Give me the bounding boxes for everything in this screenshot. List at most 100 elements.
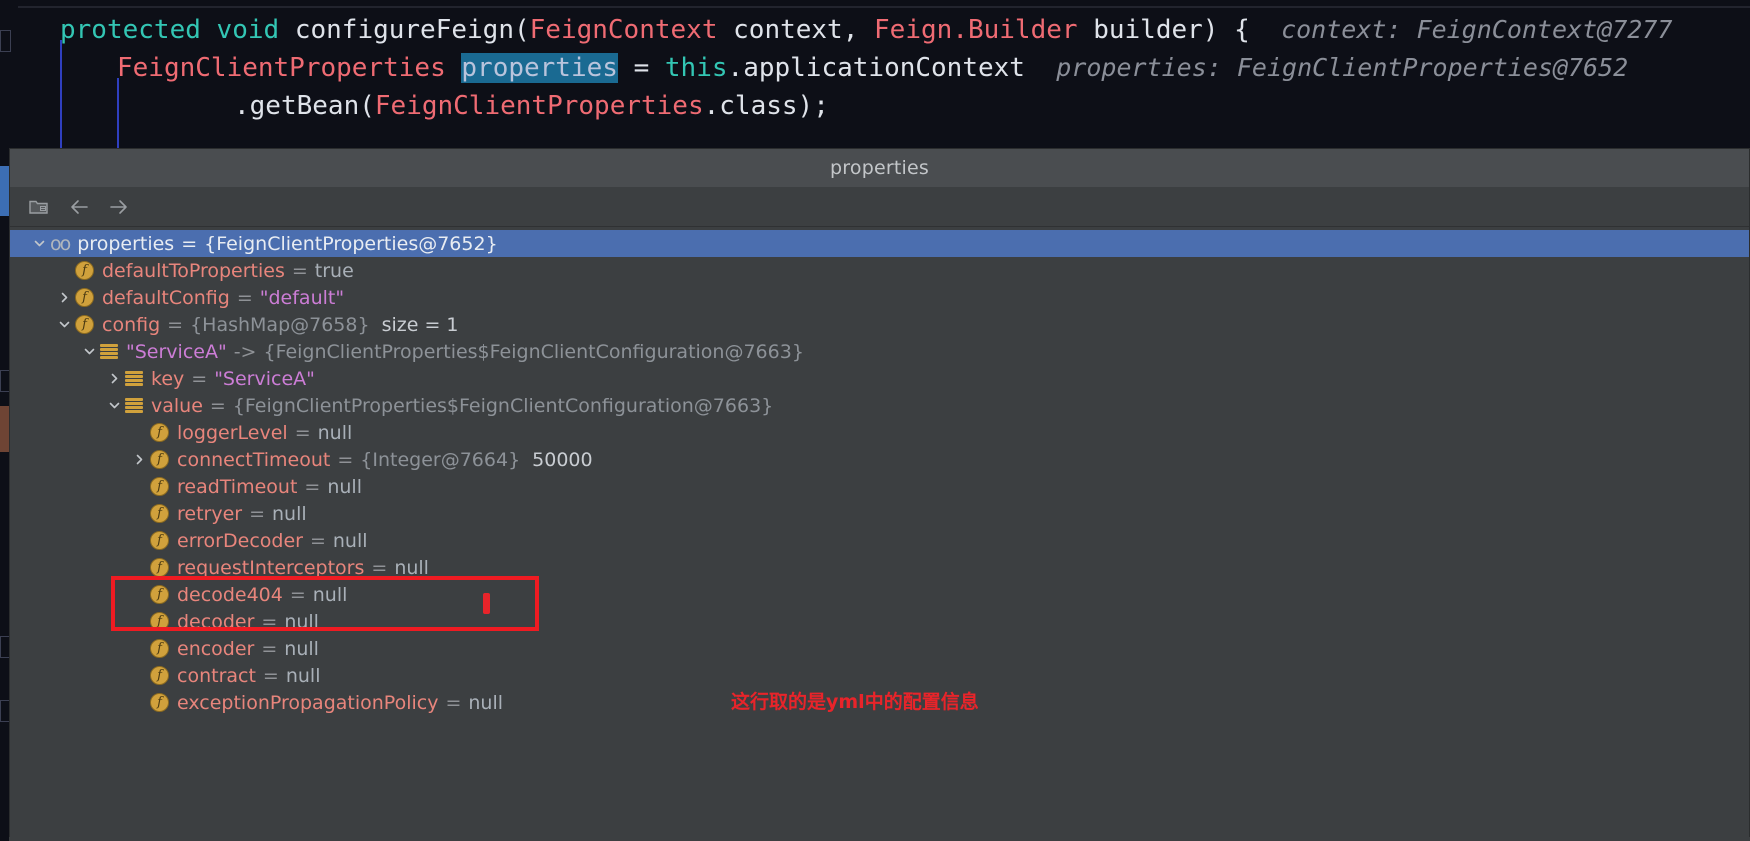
- tree-row-value: null: [312, 583, 348, 606]
- left-tool-tab-secondary[interactable]: [0, 406, 9, 452]
- tree-row[interactable]: f decoder = null: [10, 608, 1749, 635]
- tree-row-operator: =: [289, 583, 306, 606]
- tree-row-value: null: [468, 691, 504, 714]
- chevron-down-icon[interactable]: [53, 311, 75, 338]
- tree-row-value: {HashMap@7658}: [190, 313, 370, 336]
- tree-row-value: null: [332, 529, 368, 552]
- param-name-context: context: [733, 15, 843, 45]
- tree-row-operator: =: [304, 475, 321, 498]
- left-tool-tab[interactable]: [0, 166, 9, 216]
- selected-identifier-properties[interactable]: properties: [461, 53, 618, 83]
- field-icon: f: [150, 477, 169, 496]
- chevron-down-icon[interactable]: [28, 230, 50, 257]
- tree-row-operator: =: [249, 502, 266, 525]
- editor-edge-mark: [0, 30, 11, 52]
- tree-row-value: {FeignClientProperties@7652}: [204, 232, 498, 255]
- tree-row-value: "ServiceA": [214, 367, 315, 390]
- tree-row[interactable]: f retryer = null: [10, 500, 1749, 527]
- twisty-placeholder: [128, 689, 150, 716]
- field-icon: f: [75, 261, 94, 280]
- tree-row[interactable]: f errorDecoder = null: [10, 527, 1749, 554]
- twisty-placeholder: [53, 257, 75, 284]
- tree-row[interactable]: f loggerLevel = null: [10, 419, 1749, 446]
- chevron-down-icon[interactable]: [78, 338, 100, 365]
- tree-row[interactable]: key = "ServiceA": [10, 365, 1749, 392]
- tree-row[interactable]: f contract = null: [10, 662, 1749, 689]
- code-line-2: FeignClientProperties properties = this.…: [117, 48, 1628, 88]
- tree-row[interactable]: f config = {HashMap@7658} size = 1: [10, 311, 1749, 338]
- tree-row-operator: =: [261, 610, 278, 633]
- keyword-protected: protected: [60, 15, 201, 45]
- tree-row-operator: =: [209, 394, 226, 417]
- tree-row-value: true: [314, 259, 354, 282]
- show-referring-objects-icon[interactable]: [24, 193, 54, 221]
- method-call-getbean: .getBean(: [234, 91, 375, 121]
- tree-row[interactable]: oo properties = {FeignClientProperties@7652…: [10, 230, 1749, 257]
- tree-row[interactable]: f defaultToProperties = true: [10, 257, 1749, 284]
- tree-row[interactable]: "ServiceA" -> {FeignClientProperties$Feign…: [10, 338, 1749, 365]
- tree-row[interactable]: f encoder = null: [10, 635, 1749, 662]
- red-caret-marker: [483, 593, 490, 614]
- tree-row[interactable]: f readTimeout = null: [10, 473, 1749, 500]
- var-type-feignclientproperties: FeignClientProperties: [117, 53, 446, 83]
- tree-row[interactable]: value = {FeignClientProperties$FeignClient…: [10, 392, 1749, 419]
- tree-row-value: "default": [259, 286, 345, 309]
- variables-tree[interactable]: oo properties = {FeignClientProperties@7652…: [10, 227, 1749, 716]
- forward-arrow-icon[interactable]: [104, 193, 134, 221]
- chevron-right-icon[interactable]: [103, 365, 125, 392]
- tree-row[interactable]: f connectTimeout = {Integer@7664} 50000: [10, 446, 1749, 473]
- tree-row-operator: =: [445, 691, 462, 714]
- tree-row-operator: =: [337, 448, 354, 471]
- chevron-right-icon[interactable]: [128, 446, 150, 473]
- tree-row-value: null: [327, 475, 362, 498]
- field-icon: f: [150, 531, 169, 550]
- tree-row-operator: =: [291, 259, 308, 282]
- tree-row-operator: =: [309, 529, 326, 552]
- code-line-1: protected void configureFeign(FeignConte…: [60, 10, 1672, 50]
- popup-bottom-edge: [9, 837, 1750, 841]
- tree-row-name: "ServiceA": [126, 340, 227, 363]
- tree-row-extra: size = 1: [381, 313, 459, 336]
- popup-header: properties: [10, 149, 1749, 187]
- tree-row-name: contract: [177, 664, 256, 687]
- twisty-placeholder: [128, 635, 150, 662]
- map-entry-icon: [125, 397, 143, 415]
- brace-open: {: [1234, 15, 1250, 45]
- tree-row-name: value: [151, 394, 203, 417]
- method-name: configureFeign: [294, 15, 514, 45]
- tree-row[interactable]: f decode404 = null: [10, 581, 1749, 608]
- twisty-placeholder: [128, 473, 150, 500]
- watch-icon: oo: [50, 232, 71, 255]
- field-icon: f: [150, 612, 169, 631]
- tree-row-value: null: [394, 556, 429, 579]
- tree-row[interactable]: f defaultConfig = "default": [10, 284, 1749, 311]
- field-icon: f: [150, 666, 169, 685]
- field-icon: f: [150, 558, 169, 577]
- indent-guide: [60, 40, 62, 148]
- tree-row[interactable]: f requestInterceptors = null: [10, 554, 1749, 581]
- tree-row-value: null: [317, 421, 353, 444]
- field-applicationcontext: applicationContext: [743, 53, 1025, 83]
- chevron-down-icon[interactable]: [103, 392, 125, 419]
- debugger-value-popup[interactable]: properties oo properties = {FeignClientP…: [9, 148, 1750, 841]
- tree-row-value: {FeignClientProperties$FeignClientConfig…: [232, 394, 774, 417]
- popup-toolbar[interactable]: [10, 187, 1749, 227]
- back-arrow-icon[interactable]: [64, 193, 94, 221]
- tree-row-operator: =: [261, 637, 278, 660]
- chevron-right-icon[interactable]: [53, 284, 75, 311]
- param-name-builder: builder: [1093, 15, 1203, 45]
- tree-row-name: requestInterceptors: [177, 556, 365, 579]
